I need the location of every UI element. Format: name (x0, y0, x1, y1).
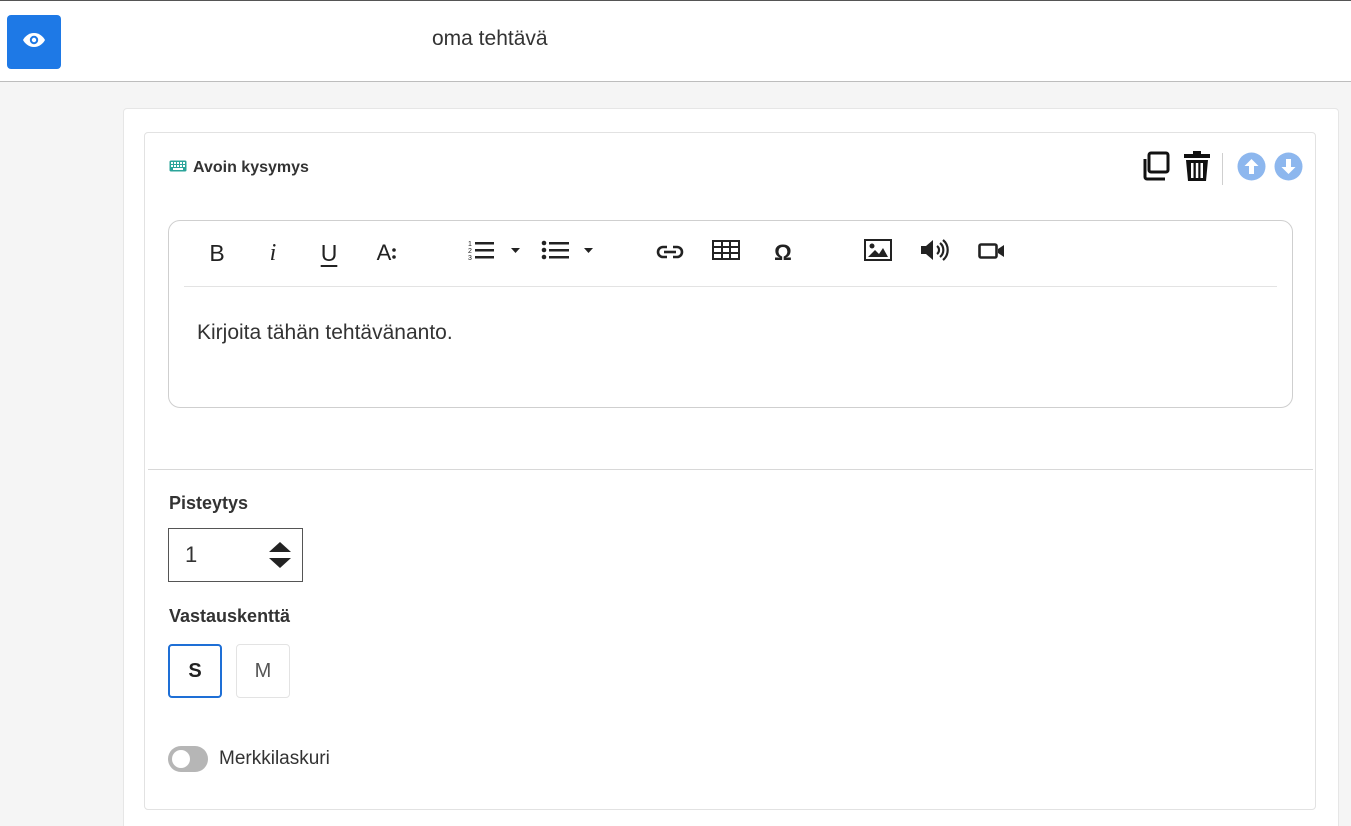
ordered-list-button[interactable]: 1 2 3 (466, 237, 528, 269)
char-counter-toggle[interactable] (168, 746, 208, 772)
scoring-stepper[interactable]: 1 (168, 528, 303, 582)
special-char-icon: Ω (774, 240, 792, 265)
move-up-button[interactable] (1237, 152, 1266, 186)
task-card: Avoin kysymys B i U A 1 2 3 Ω Kirjoita t… (144, 132, 1316, 810)
section-divider (148, 469, 1313, 470)
table-icon (712, 240, 740, 266)
bold-button[interactable]: B (202, 237, 232, 269)
trash-icon (1184, 151, 1210, 186)
audio-icon (919, 238, 949, 268)
task-description-input[interactable]: Kirjoita tähän tehtävänanto. (197, 321, 453, 345)
delete-button[interactable] (1184, 151, 1210, 186)
ordered-list-icon: 1 2 3 (467, 239, 527, 267)
actions-divider (1222, 152, 1223, 185)
arrow-up-circle-icon (1237, 152, 1266, 186)
task-actions (1140, 151, 1303, 186)
underline-button[interactable]: U (314, 237, 344, 269)
link-icon (656, 240, 684, 266)
keyboard-icon (169, 159, 187, 177)
scoring-label: Pisteytys (169, 493, 249, 513)
bullet-list-icon (541, 239, 601, 267)
video-button[interactable] (976, 237, 1008, 269)
answer-field-label: Vastauskenttä (169, 606, 291, 626)
eye-icon (22, 32, 46, 53)
svg-text:2: 2 (468, 248, 472, 255)
underline-icon: U (320, 239, 338, 266)
image-button[interactable] (862, 237, 894, 269)
move-down-button[interactable] (1274, 152, 1303, 186)
stepper-arrows-icon[interactable] (268, 540, 292, 570)
arrow-down-circle-icon (1274, 152, 1303, 186)
size-s-button[interactable]: S (168, 644, 222, 698)
rich-text-editor: B i U A 1 2 3 Ω Kirjoita tähän tehtäväna… (168, 220, 1293, 408)
char-counter-label: Merkkilaskuri (219, 748, 330, 769)
link-button[interactable] (654, 237, 686, 269)
top-bar: oma tehtävä (0, 0, 1351, 82)
toggle-knob (172, 750, 190, 768)
bold-icon: B (209, 239, 225, 266)
table-button[interactable] (710, 237, 742, 269)
image-icon (864, 239, 892, 267)
bullet-list-button[interactable] (540, 237, 602, 269)
task-type-label: Avoin kysymys (193, 159, 309, 176)
audio-button[interactable] (917, 237, 951, 269)
task-type: Avoin kysymys (169, 159, 309, 177)
preview-button[interactable] (7, 15, 61, 69)
size-m-button[interactable]: M (236, 644, 290, 698)
svg-text:1: 1 (468, 241, 472, 248)
special-char-button[interactable]: Ω (767, 237, 799, 269)
font-size-icon: A (377, 240, 398, 266)
page-title: oma tehtävä (432, 27, 548, 50)
copy-button[interactable] (1140, 151, 1170, 186)
video-icon (978, 240, 1006, 266)
italic-button[interactable]: i (258, 237, 288, 269)
copy-icon (1140, 151, 1170, 186)
editor-toolbar: B i U A 1 2 3 Ω (184, 221, 1277, 287)
font-size-button[interactable]: A (371, 237, 403, 269)
italic-icon: i (269, 239, 277, 266)
svg-text:3: 3 (468, 255, 472, 261)
scoring-value[interactable]: 1 (185, 542, 197, 568)
